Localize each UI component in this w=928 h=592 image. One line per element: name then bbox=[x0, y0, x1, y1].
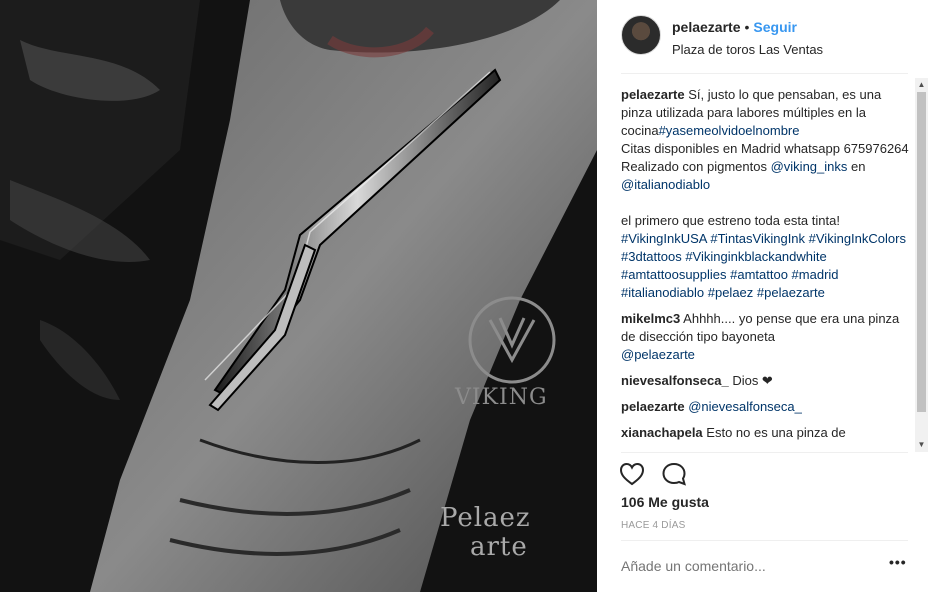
caption: pelaezarte Sí, justo lo que pensaban, es… bbox=[621, 86, 911, 302]
comment-username[interactable]: mikelmc3 bbox=[621, 311, 680, 326]
caption-text-2: Citas disponibles en Madrid whatsapp 675… bbox=[621, 141, 909, 174]
comment-text: Dios ❤ bbox=[732, 373, 773, 388]
more-dots-icon[interactable]: ••• bbox=[889, 554, 907, 570]
list-item: mikelmc3 Ahhhh.... yo pense que era una … bbox=[621, 310, 911, 364]
comment-username[interactable]: nievesalfonseca_ bbox=[621, 373, 729, 388]
like-button[interactable] bbox=[617, 459, 647, 489]
list-item: pelaezarte @nievesalfonseca_ bbox=[621, 398, 911, 416]
likes-count[interactable]: 106 Me gusta bbox=[621, 494, 709, 510]
comments-list[interactable]: pelaezarte Sí, justo lo que pensaban, es… bbox=[621, 86, 911, 451]
comment-button[interactable] bbox=[659, 459, 689, 489]
divider bbox=[621, 540, 908, 541]
scroll-up-icon[interactable]: ▲ bbox=[915, 78, 928, 92]
viking-watermark: VIKING bbox=[455, 385, 548, 410]
comment-username[interactable]: pelaezarte bbox=[621, 399, 685, 414]
comments-scrollbar[interactable]: ▲ ▼ bbox=[915, 78, 928, 452]
header-username[interactable]: pelaezarte bbox=[672, 19, 740, 35]
arte-watermark: arte bbox=[470, 532, 528, 562]
comment-mention[interactable]: @nievesalfonseca_ bbox=[688, 399, 802, 414]
divider bbox=[621, 452, 908, 453]
caption-hashtag[interactable]: #yasemeolvidoelnombre bbox=[659, 123, 800, 138]
post-side-panel: pelaezarte • Seguir Plaza de toros Las Ven… bbox=[597, 0, 928, 592]
comment-bubble-icon bbox=[662, 462, 686, 486]
caption-mention-italiano[interactable]: @italianodiablo bbox=[621, 177, 710, 192]
post-timestamp[interactable]: HACE 4 DÍAS bbox=[621, 520, 685, 531]
follow-button[interactable]: Seguir bbox=[753, 19, 797, 35]
post-photo[interactable]: VIKING Pelaez arte bbox=[0, 0, 597, 592]
comment-text: Esto no es una pinza de bbox=[706, 425, 846, 440]
caption-text-4: el primero que estreno toda esta tinta! bbox=[621, 213, 840, 228]
heart-icon bbox=[619, 462, 645, 486]
comment-username[interactable]: xianachapela bbox=[621, 425, 703, 440]
post-header: pelaezarte • Seguir Plaza de toros Las Ven… bbox=[597, 0, 928, 74]
comment-mention[interactable]: @pelaezarte bbox=[621, 347, 695, 362]
caption-text-3: en bbox=[847, 159, 866, 174]
header-user-line: pelaezarte • Seguir bbox=[672, 19, 797, 35]
scroll-thumb[interactable] bbox=[917, 92, 926, 412]
scroll-down-icon[interactable]: ▼ bbox=[915, 438, 928, 452]
list-item: xianachapela Esto no es una pinza de bbox=[621, 424, 911, 442]
divider bbox=[621, 73, 908, 74]
add-comment-input[interactable] bbox=[621, 558, 881, 574]
caption-username[interactable]: pelaezarte bbox=[621, 87, 685, 102]
pelaez-watermark: Pelaez bbox=[440, 503, 531, 533]
caption-tags[interactable]: #VikingInkUSA #TintasVikingInk #VikingIn… bbox=[621, 231, 906, 300]
list-item: nievesalfonseca_ Dios ❤ bbox=[621, 372, 911, 390]
action-bar bbox=[617, 459, 697, 489]
avatar[interactable] bbox=[621, 15, 661, 55]
separator-dot: • bbox=[744, 19, 750, 35]
caption-mention-viking[interactable]: @viking_inks bbox=[771, 159, 848, 174]
location-link[interactable]: Plaza de toros Las Ventas bbox=[672, 42, 823, 57]
